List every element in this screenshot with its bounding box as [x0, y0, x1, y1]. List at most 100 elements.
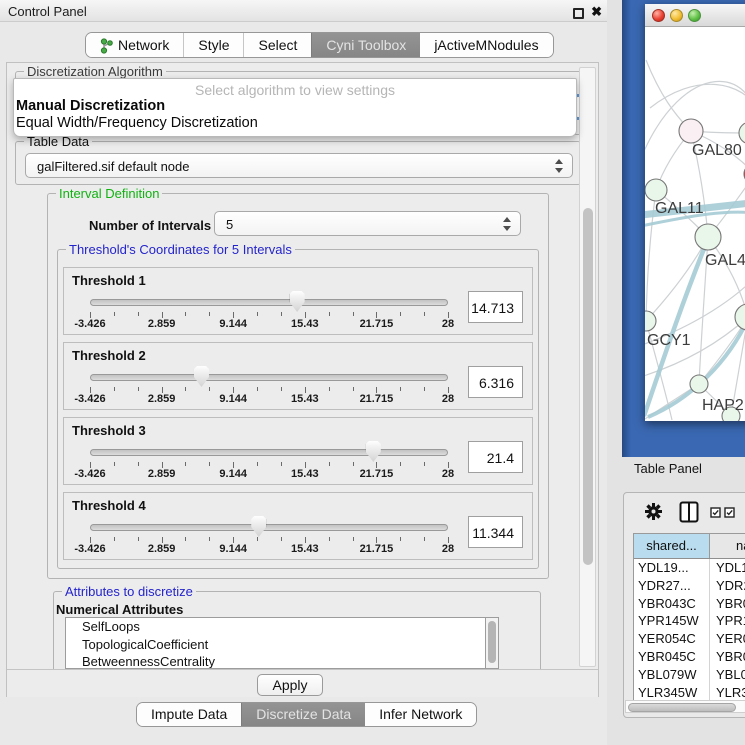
attribute-list-item[interactable]: BetweennessCentrality	[66, 653, 485, 669]
checkbox-icon[interactable]	[710, 507, 721, 518]
algorithm-dropdown-prompt: Select algorithm to view settings	[14, 79, 576, 98]
tab-discretize-data[interactable]: Discretize Data	[241, 703, 365, 726]
network-node[interactable]	[739, 122, 745, 144]
panel-vertical-scrollbar-thumb[interactable]	[583, 208, 593, 565]
table-row[interactable]: YDL19...YDL1	[634, 559, 745, 577]
threshold-slider-thumb[interactable]	[251, 516, 266, 537]
close-traffic-light-icon[interactable]	[652, 9, 665, 22]
dropdown-option-manual-discretization[interactable]: Manual Discretization	[14, 98, 576, 115]
node-attribute-table[interactable]: shared... na YDL19...YDL1YDR27...YDR2YBR…	[633, 533, 745, 704]
tab-network[interactable]: Network	[86, 33, 183, 57]
threshold-slider-track[interactable]	[90, 299, 448, 306]
network-node-hap2[interactable]	[690, 375, 708, 393]
cell-name[interactable]: YPR1	[710, 612, 745, 630]
table-panel-box: shared... na YDL19...YDL1YDR27...YDR2YBR…	[623, 492, 745, 718]
threshold-slider-track[interactable]	[90, 374, 448, 381]
network-canvas[interactable]: GAL80GAL11GAL4GCY1HHAP2GAC	[645, 27, 745, 421]
threshold-slider-track[interactable]	[90, 524, 448, 531]
column-split-icon[interactable]	[679, 501, 699, 523]
tab-jactivemnodules[interactable]: jActiveMNodules	[420, 33, 552, 57]
tab-infer-network[interactable]: Infer Network	[365, 703, 476, 726]
threshold-slider-thumb[interactable]	[366, 441, 381, 462]
gear-icon[interactable]	[645, 503, 662, 520]
cell-name[interactable]: YBR0	[710, 648, 745, 666]
cell-name[interactable]: YBL0	[710, 666, 745, 684]
network-node-gal4[interactable]	[695, 224, 721, 250]
table-row[interactable]: YBR045CYBR0	[634, 648, 745, 666]
table-row[interactable]: YLR345WYLR3	[634, 684, 745, 702]
tab-cyni-toolbox[interactable]: Cyni Toolbox	[311, 33, 420, 57]
threshold-panel-2: Threshold 2-3.4262.8599.14415.4321.71528…	[63, 342, 533, 410]
cell-shared-name[interactable]: YDR27...	[634, 577, 710, 595]
threshold-value-field[interactable]: 11.344	[468, 516, 523, 548]
apply-button[interactable]: Apply	[257, 674, 323, 696]
attributes-list-scrollbar[interactable]	[485, 617, 499, 669]
scale-label: 9.144	[219, 543, 247, 555]
tab-label: Select	[258, 33, 297, 58]
scale-label: 9.144	[219, 318, 247, 330]
scale-label: 28	[442, 393, 454, 405]
threshold-slider-thumb[interactable]	[290, 291, 305, 312]
table-row[interactable]: YPR145WYPR1	[634, 612, 745, 630]
minimize-traffic-light-icon[interactable]	[670, 9, 683, 22]
table-horizontal-scrollbar-thumb[interactable]	[628, 703, 736, 712]
zoom-traffic-light-icon[interactable]	[688, 9, 701, 22]
threshold-value-field[interactable]: 6.316	[468, 366, 523, 398]
scale-label: -3.426	[74, 468, 105, 480]
scale-label: 15.43	[291, 468, 319, 480]
node-label-gal11: GAL11	[655, 200, 704, 217]
close-icon[interactable]: ✖	[591, 4, 602, 20]
dropdown-option-equal-width-frequency-discretization[interactable]: Equal Width/Frequency Discretization	[14, 115, 576, 132]
network-node-gal80[interactable]	[679, 119, 703, 143]
scale-label: 15.43	[291, 543, 319, 555]
cell-shared-name[interactable]: YLR345W	[634, 684, 710, 702]
threshold-label: Threshold 2	[72, 348, 146, 363]
scale-label: 28	[442, 318, 454, 330]
cell-name[interactable]: YDL1	[710, 559, 745, 577]
scale-label: 28	[442, 468, 454, 480]
cell-shared-name[interactable]: YPR145W	[634, 612, 710, 630]
table-row[interactable]: YDR27...YDR2	[634, 577, 745, 595]
table-row[interactable]: YBR043CYBR0	[634, 595, 745, 613]
attributes-list-scrollbar-thumb[interactable]	[488, 621, 496, 663]
tab-select[interactable]: Select	[243, 33, 311, 57]
scale-label: -3.426	[74, 393, 105, 405]
attribute-list-item[interactable]: TopologicalCoefficient	[66, 636, 485, 654]
network-node-gal11[interactable]	[645, 179, 667, 201]
table-row[interactable]: YBL079WYBL0	[634, 666, 745, 684]
cell-shared-name[interactable]: YBL079W	[634, 666, 710, 684]
cell-shared-name[interactable]: YBR045C	[634, 648, 710, 666]
column-header-name[interactable]: na	[710, 534, 745, 558]
table-data-combobox[interactable]: galFiltered.sif default node	[25, 153, 573, 178]
stepper-arrows-icon	[503, 216, 511, 232]
cell-name[interactable]: YBR0	[710, 595, 745, 613]
cell-shared-name[interactable]: YBR043C	[634, 595, 710, 613]
threshold-value-field[interactable]: 21.4	[468, 441, 523, 473]
cell-name[interactable]: YDR2	[710, 577, 745, 595]
numerical-attributes-list[interactable]: SelfLoopsTopologicalCoefficientBetweenne…	[65, 617, 485, 669]
scale-label: 2.859	[148, 318, 176, 330]
table-row[interactable]: YER054CYER0	[634, 630, 745, 648]
float-window-icon[interactable]	[573, 8, 584, 19]
panel-vertical-scrollbar[interactable]	[579, 67, 596, 667]
cell-name[interactable]: YLR3	[710, 684, 745, 702]
attribute-list-item[interactable]: SelfLoops	[66, 618, 485, 636]
tab-impute-data[interactable]: Impute Data	[137, 703, 241, 726]
threshold-slider-track[interactable]	[90, 449, 448, 456]
threshold-value-field[interactable]: 14.713	[468, 291, 523, 323]
cyni-toolbox-panel: Discretization Algorithm Table Data galF…	[6, 62, 599, 697]
tab-label: jActiveMNodules	[434, 33, 538, 58]
scale-label: 28	[442, 543, 454, 555]
threshold-slider-thumb[interactable]	[194, 366, 209, 387]
table-horizontal-scrollbar[interactable]	[625, 700, 745, 713]
stepper-arrows-icon	[555, 158, 563, 174]
cell-shared-name[interactable]: YDL19...	[634, 559, 710, 577]
tab-style[interactable]: Style	[183, 33, 243, 57]
cell-shared-name[interactable]: YER054C	[634, 630, 710, 648]
network-node-gcy1[interactable]	[645, 311, 656, 331]
scale-label: 21.715	[360, 393, 394, 405]
number-of-intervals-combobox[interactable]: 5	[214, 211, 521, 236]
checkbox-icon[interactable]	[724, 507, 735, 518]
cell-name[interactable]: YER0	[710, 630, 745, 648]
column-header-shared-name[interactable]: shared...	[634, 534, 710, 558]
